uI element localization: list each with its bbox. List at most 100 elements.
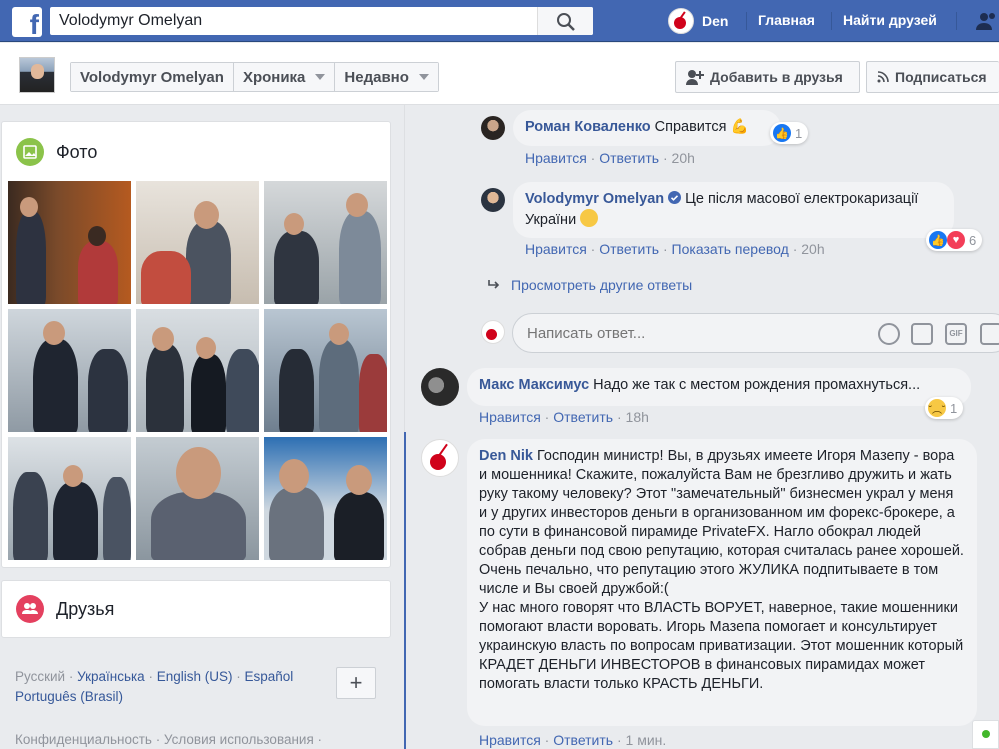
comment-time[interactable]: 20h [801,241,824,257]
comment-text: Господин министр! Вы, в друзьях имеете И… [479,448,964,559]
comment-text: Справится [654,119,727,135]
profile-subheader: Volodymyr Omelyan Хроника Недавно Добави… [0,43,999,105]
reply-arrow-icon [488,280,500,289]
photo-thumbnail[interactable] [8,181,131,304]
commenter-avatar[interactable] [421,368,459,406]
comment-author[interactable]: Den Nik [479,448,533,464]
photo-thumbnail[interactable] [264,309,387,432]
more-replies-label: Просмотреть другие ответы [511,277,693,293]
reaction-count: 1 [950,400,958,416]
like-link[interactable]: Нравится [525,241,587,257]
footer-links[interactable]: Конфиденциальность · Условия использован… [15,732,322,747]
facebook-logo-icon[interactable]: f [12,7,42,37]
emoji-icon: 💪 [730,119,749,135]
language-link[interactable]: Español [244,669,293,684]
comment-bubble: Volodymyr Omelyan Це після масової електр… [513,182,954,238]
photo-thumbnail[interactable] [264,181,387,304]
photo-thumbnail[interactable] [8,309,131,432]
photos-header[interactable]: Фото [16,138,97,166]
timeline-breadcrumb: Volodymyr Omelyan Хроника Недавно [70,62,439,92]
profile-thumbnail[interactable] [19,57,55,93]
like-reaction-icon: 👍 [929,231,947,249]
new-comment-indicator [404,432,406,749]
reply-link[interactable]: Ответить [553,409,613,425]
photo-thumbnail[interactable] [8,437,131,560]
photo-thumbnail[interactable] [136,181,259,304]
comment-text: Очень печально, что репутацию этого ЖУЛИ… [479,562,939,597]
comment-time[interactable]: 20h [672,150,695,166]
reply-box: GIF [512,313,999,353]
like-link[interactable]: Нравится [525,150,587,166]
comment-text: Надо же так с местом рождения промахнуть… [593,377,921,393]
comment-author[interactable]: Volodymyr Omelyan [525,191,664,207]
reply-link[interactable]: Ответить [599,150,659,166]
language-link[interactable]: English (US) [157,669,233,684]
commenter-avatar[interactable] [421,439,459,477]
comment-actions: Нравится · Ответить · 20h [525,150,695,166]
smile-emoji-icon [580,209,599,227]
friends-header[interactable]: Друзья [16,595,114,623]
comment-actions: Нравится · Ответить · 18h [479,409,649,425]
nav-divider [746,12,747,30]
chat-status-indicator[interactable] [972,720,999,749]
verified-badge-icon [668,191,682,204]
like-link[interactable]: Нравится [479,409,541,425]
user-name: Den [702,13,729,29]
language-link[interactable]: Português (Brasil) [15,689,123,704]
crumb-recent[interactable]: Недавно [335,63,438,91]
language-list: Русский · Українська · English (US) · Es… [15,669,294,704]
love-reaction-icon: ♥ [947,231,965,249]
user-avatar [668,8,694,34]
commenter-avatar[interactable] [481,188,505,212]
friends-title: Друзья [56,598,115,619]
add-friend-label: Добавить в друзья [710,69,843,85]
friends-icon [16,595,44,623]
profile-link[interactable]: Den [668,5,728,37]
comment-author[interactable]: Макс Максимус [479,377,589,393]
add-friend-button[interactable]: Добавить в друзья [675,61,860,93]
crumb-timeline[interactable]: Хроника [233,63,336,91]
photos-title: Фото [56,141,98,162]
friends-card: Друзья [1,580,391,638]
comment-time[interactable]: 1 мин. [626,732,667,748]
comment-bubble: Макс Максимус Надо же так с местом рожден… [467,368,971,406]
like-link[interactable]: Нравится [479,732,541,748]
reaction-count: 1 [795,125,803,141]
more-replies-link[interactable]: Просмотреть другие ответы [487,277,692,293]
comment-author[interactable]: Роман Коваленко [525,119,651,135]
crumb-profile-name[interactable]: Volodymyr Omelyan [71,63,234,91]
photo-thumbnail[interactable] [264,437,387,560]
friend-requests-icon[interactable] [975,10,999,32]
camera-icon[interactable] [911,323,933,345]
commenter-avatar[interactable] [481,116,505,140]
search-bar [50,7,593,35]
photo-thumbnail[interactable] [136,437,259,560]
comment-reactions[interactable]: ˘︵˘ 1 [925,397,964,419]
comment-reactions[interactable]: 👍 1 [770,122,809,144]
search-button[interactable] [537,7,593,35]
comment-actions: Нравится · Ответить · Показать перевод ·… [525,241,825,257]
reaction-count: 6 [969,232,977,248]
gif-icon[interactable]: GIF [945,323,967,345]
comment-time[interactable]: 18h [626,409,649,425]
sticker-icon[interactable] [980,323,999,345]
search-input[interactable] [50,7,536,35]
reply-link[interactable]: Ответить [599,241,659,257]
add-friend-icon [686,70,704,85]
photo-icon [16,138,44,166]
photo-thumbnail[interactable] [136,309,259,432]
reply-link[interactable]: Ответить [553,732,613,748]
nav-home-link[interactable]: Главная [758,12,815,28]
comment-text: У нас много говорят что ВЛАСТЬ ВОРУЕТ, н… [479,600,964,692]
comment-reactions[interactable]: 👍 ♥ 6 [926,229,983,251]
emoji-picker-icon[interactable] [878,323,900,345]
translate-link[interactable]: Показать перевод [672,241,789,257]
language-link[interactable]: Українська [77,669,145,684]
nav-find-friends-link[interactable]: Найти друзей [843,12,937,28]
photos-card: Фото [1,121,391,568]
reply-input[interactable] [527,314,857,352]
more-languages-button[interactable]: + [336,667,376,699]
subscribe-button[interactable]: Подписаться [866,61,999,93]
chevron-down-icon [315,74,326,80]
sad-reaction-icon: ˘︵˘ [928,399,946,417]
